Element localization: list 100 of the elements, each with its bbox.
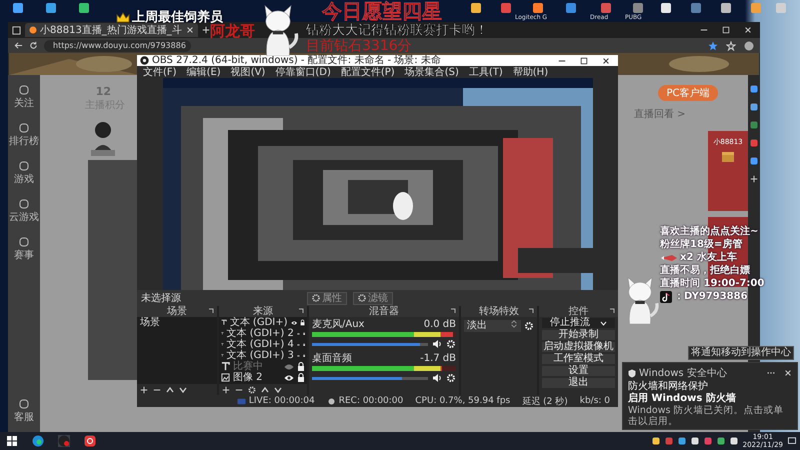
lock-icon[interactable] [297, 373, 305, 382]
back-icon[interactable] [14, 41, 23, 50]
windows-logo-icon[interactable] [6, 435, 18, 447]
undock-icon[interactable] [450, 308, 456, 314]
channel-name: 麦克风/Aux [312, 319, 364, 330]
dock-header: 来源 [219, 306, 307, 317]
stream-button[interactable]: 停止推流 [541, 317, 616, 329]
spinner-icon[interactable] [510, 320, 518, 328]
sidebar-item[interactable]: 关注 [14, 85, 34, 110]
control-button[interactable]: 启动虚拟摄像机 [541, 341, 616, 353]
transition-dropdown[interactable]: 淡出 [464, 320, 521, 332]
favorites-icon[interactable] [726, 40, 736, 50]
dock-header: 场景 [137, 306, 217, 317]
sidebar-item[interactable]: 客服 [14, 399, 34, 424]
menu-item[interactable]: 文件(F) [143, 66, 177, 78]
control-button[interactable]: 退出 [541, 377, 616, 389]
app-icon[interactable] [720, 2, 732, 14]
scene-item[interactable]: 场景 [137, 317, 217, 329]
caret-icon [600, 320, 607, 326]
sidebar-item[interactable]: 游戏 [14, 161, 34, 186]
image-icon [221, 373, 230, 382]
menu-item[interactable]: 停靠窗口(D) [275, 66, 331, 78]
add-icon[interactable] [140, 386, 148, 394]
gear-icon [358, 294, 366, 302]
status-text: CPU: 0.7%, 59.94 fps [415, 396, 510, 406]
volume-slider[interactable] [312, 376, 428, 380]
sidebar-icon [19, 199, 29, 209]
slider-fill[interactable] [312, 376, 402, 380]
gear-icon[interactable] [248, 386, 256, 394]
menu-item[interactable]: 视图(V) [230, 66, 266, 78]
action-center-icon[interactable] [788, 437, 796, 445]
source-item[interactable]: 文本 (GDI+) 3 [219, 350, 307, 361]
tab-actions-icon[interactable] [12, 26, 21, 34]
new-tab-icon[interactable] [202, 26, 210, 34]
menu-item[interactable]: 场景集合(S) [404, 66, 459, 78]
menu-item[interactable]: 工具(T) [468, 66, 503, 78]
add-icon[interactable] [222, 386, 230, 394]
add-icon[interactable] [750, 175, 758, 183]
sidebar-item[interactable]: 云游戏 [9, 199, 39, 224]
sidebar-icon [19, 85, 29, 95]
flame-icon [29, 26, 37, 34]
tab-title: 小88813直播_热门游戏直播_斗 [40, 24, 183, 37]
eye-icon[interactable] [290, 318, 297, 326]
browser-icon[interactable] [32, 435, 44, 447]
profile-icon[interactable] [744, 40, 754, 50]
move-up-icon[interactable] [166, 386, 174, 394]
sidebar-icon [19, 123, 29, 133]
music-app-icon[interactable] [84, 435, 96, 447]
source-item[interactable]: 文本 (GDI+) 2 [219, 328, 307, 339]
sidebar-item[interactable]: 排行榜 [9, 123, 39, 148]
rocket-icon [660, 254, 678, 262]
menu-item[interactable]: 编辑(E) [186, 66, 221, 78]
app-icon[interactable] [532, 2, 544, 14]
reload-icon[interactable] [29, 41, 38, 50]
speaker-icon[interactable] [432, 339, 442, 349]
live-icon [236, 398, 246, 404]
source-item[interactable]: 比赛中 [219, 361, 307, 372]
level-reading: -1.7 dB [420, 353, 456, 364]
record-app-icon[interactable] [58, 435, 70, 447]
move-down-icon[interactable] [274, 386, 282, 394]
lock-icon[interactable] [300, 318, 306, 327]
star-icon[interactable] [708, 40, 718, 50]
sidebar-item[interactable]: 赛事 [14, 237, 34, 262]
menu-item[interactable]: 配置文件(P) [340, 66, 395, 78]
control-button[interactable]: 开始录制 [541, 329, 616, 341]
window-title: OBS 27.2.4 (64-bit, windows) - 配置文件: 未命名 - 场景: 未命 [152, 55, 441, 66]
toolbar-button[interactable]: 属性 [307, 292, 347, 304]
gear-icon [312, 294, 320, 302]
lock-icon[interactable] [297, 362, 305, 371]
move-down-icon[interactable] [179, 386, 187, 394]
toolbar-button[interactable]: 滤镜 [353, 292, 393, 304]
app-icon[interactable] [45, 2, 57, 14]
dock-header: 转场特效 [461, 306, 537, 317]
undock-icon[interactable] [208, 308, 214, 314]
close-icon[interactable] [602, 56, 610, 64]
browser-tab[interactable]: 小88813直播_热门游戏直播_斗 [25, 23, 198, 37]
eye-hidden-icon[interactable] [284, 362, 294, 370]
maximize-icon[interactable] [580, 56, 588, 64]
undock-icon[interactable] [609, 308, 615, 314]
address-field[interactable]: https://www.douyu.com/9793886 [44, 40, 191, 52]
app-icon[interactable] [660, 2, 672, 14]
app-icon[interactable] [12, 2, 24, 14]
control-button[interactable]: 工作室模式 [541, 353, 616, 365]
source-item[interactable]: 图像 2 [219, 372, 307, 383]
app-icon[interactable] [470, 2, 482, 14]
music-note-icon [660, 291, 672, 303]
speaker-icon[interactable] [432, 373, 442, 383]
menu-item[interactable]: 帮助(H) [512, 66, 548, 78]
undock-icon[interactable] [528, 308, 534, 314]
move-up-icon[interactable] [261, 386, 269, 394]
eye-icon[interactable] [284, 374, 294, 382]
notification-card[interactable]: Windows 安全中心 防火墙和网络保护 启用 Windows 防火墙 Windows 防火墙已关闭。点击或单击以启用。 [622, 362, 798, 430]
app-icon[interactable] [78, 2, 90, 14]
overlay-text: x2 水友上车 [680, 252, 737, 264]
crown-icon [116, 12, 130, 22]
notification-heading: 启用 Windows 防火墙 [628, 393, 737, 404]
channel-name: 桌面音频 [312, 353, 352, 364]
undock-icon[interactable] [298, 308, 304, 314]
control-button[interactable]: 设置 [541, 365, 616, 377]
source-item[interactable]: 文本 (GDI+) 4 [219, 339, 307, 350]
